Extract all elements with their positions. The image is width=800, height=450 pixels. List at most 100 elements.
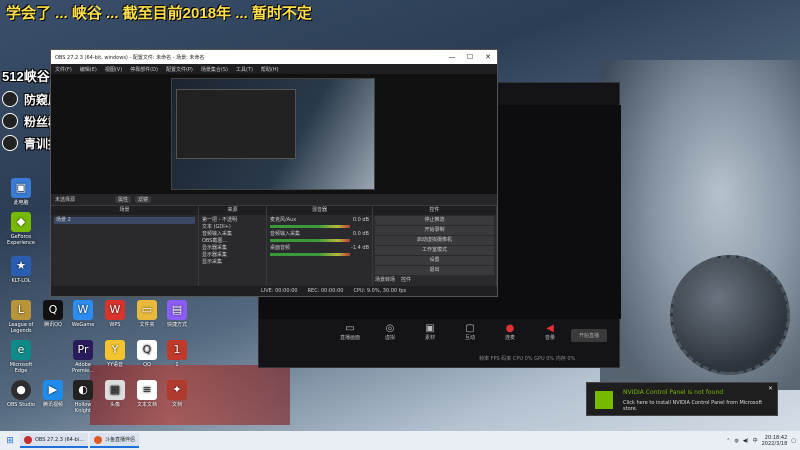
start-recording-button[interactable]: 开始录制 [375, 226, 494, 235]
tool-virtual[interactable]: ◎ 虚拟 [379, 323, 401, 341]
source-item[interactable]: 文本 (GDI+) [202, 224, 263, 231]
desktop-icon-this-pc[interactable]: ▣ 此电脑 [4, 178, 38, 206]
menu-scene-collection[interactable]: 场景集合(S) [201, 66, 228, 73]
properties-button[interactable]: 属性 [115, 196, 132, 203]
taskbar-item-douyu[interactable]: 斗鱼直播伴侣 [89, 433, 139, 448]
close-icon[interactable]: ✕ [768, 385, 773, 392]
menu-profile[interactable]: 配置文件(P) [166, 66, 193, 73]
minimize-icon[interactable]: — [443, 53, 461, 61]
tab-scene-transitions[interactable]: 场景转场 [375, 276, 395, 283]
menu-docks[interactable]: 停靠部件(D) [130, 66, 158, 73]
desktop-icon-edge[interactable]: e Microsoft Edge [4, 340, 38, 374]
source-item[interactable]: OBS截图... [202, 238, 263, 245]
desktop-icon-klt[interactable]: ★ KLT-LOL [4, 256, 38, 284]
desktop-icon-wps[interactable]: W WPS [98, 300, 132, 328]
overlay-badge-icon [2, 113, 18, 129]
douyu-app-icon [93, 435, 102, 444]
ime-indicator[interactable]: 中 [753, 437, 758, 444]
obs-title: OBS 27.2.3 (64-bit, windows) - 配置文件: 未命名… [55, 54, 205, 61]
desktop-icon-wegame[interactable]: W WeGame [66, 300, 100, 328]
desktop-icon-shortcut[interactable]: ▤ 快捷方式 [160, 300, 194, 328]
desktop-icon-tencent-video[interactable]: ▶ 腾讯视频 [36, 380, 70, 408]
scenes-header: 场景 [51, 206, 198, 215]
sources-dock: 来源 第一把 - 不透明 文本 (GDI+) 音频输入采集 OBS截图... 显… [199, 206, 267, 286]
network-icon[interactable]: ◍ [734, 438, 738, 444]
volume-meter[interactable] [270, 253, 350, 256]
stop-streaming-button[interactable]: 停止推流 [375, 216, 494, 225]
maximize-icon[interactable]: ☐ [461, 53, 479, 61]
overlay-badge-icon [2, 91, 18, 107]
desktop-icon-avatar-file[interactable]: ▦ 头像 [98, 380, 132, 408]
source-item[interactable]: 音频输入采集 [202, 231, 263, 238]
scenes-dock: 场景 场景 2 [51, 206, 199, 286]
live-stats: 帧率 FPS 码率 CPU 0% GPU 0% 内存 0% [479, 356, 576, 362]
desktop-icon-obs[interactable]: ● OBS Studio [4, 380, 38, 408]
overlay-badge-icon [2, 135, 18, 151]
desktop-icon-premiere[interactable]: Pr Adobe Premie... [66, 340, 100, 374]
chevron-up-icon[interactable]: ⌃ [726, 438, 730, 444]
tool-screen[interactable]: ▭ 直播画面 [339, 323, 361, 341]
volume-icon[interactable]: ◀) [743, 438, 749, 444]
sources-header: 来源 [199, 206, 266, 215]
close-icon[interactable]: ✕ [479, 53, 497, 61]
notification-title: NVIDIA Control Panel is not found [623, 389, 724, 396]
tool-interact[interactable]: ▢ 互动 [459, 323, 481, 341]
taskbar-item-obs[interactable]: OBS 27.2.3 (64-bi... [20, 433, 88, 448]
taskbar-clock[interactable]: 20:18:42 2022/3/18 [762, 435, 788, 447]
desktop-icon-geforce[interactable]: ◆ GeForce Experience [4, 212, 38, 246]
preview-nested-capture [176, 89, 296, 159]
stream-overlay-top-text: 学会了 ... 峡谷 ... 截至目前2018年 ... 暂时不定 [6, 5, 312, 22]
source-item[interactable]: 显示采集 [202, 259, 263, 266]
exit-button[interactable]: 退出 [375, 266, 494, 275]
studio-mode-button[interactable]: 工作室模式 [375, 246, 494, 255]
scene-item[interactable]: 场景 2 [54, 217, 195, 224]
desktop-icon-hollow-knight[interactable]: ◐ Hollow Knight [66, 380, 100, 414]
menu-tools[interactable]: 工具(T) [236, 66, 253, 73]
source-toolbar: 未选择源 属性 滤镜 [51, 194, 497, 206]
mixer-channel: 麦克风/Aux 0.0 dB [270, 217, 369, 223]
virtual-camera-button[interactable]: 启动虚拟摄像机 [375, 236, 494, 245]
start-live-button[interactable]: 开始直播 [570, 329, 607, 342]
screen-icon: ▭ [345, 323, 355, 334]
source-item[interactable]: 显示器采集 [202, 252, 263, 259]
desktop-icon-qq[interactable]: Q 腾讯QQ [36, 300, 70, 328]
settings-button[interactable]: 设置 [375, 256, 494, 265]
desktop-icon-lol[interactable]: L League of Legends [4, 300, 38, 334]
desktop-icon-qq-2[interactable]: Q QQ [130, 340, 164, 368]
desktop-icon-doc[interactable]: ✦ 文档 [160, 380, 194, 408]
mixer-dock: 混音器 麦克风/Aux 0.0 dB 音频输入采集 0.0 dB 桌面音频 -1… [267, 206, 373, 286]
desktop-icon-1[interactable]: 11 [160, 340, 194, 368]
tool-material[interactable]: ▣ 素材 [419, 323, 441, 341]
desktop-icon-yy[interactable]: Y YY语音 [98, 340, 132, 368]
mixer-channel: 桌面音频 -1.4 dB [270, 245, 369, 251]
mixer-channel: 音频输入采集 0.0 dB [270, 231, 369, 237]
source-item[interactable]: 显示器采集 [202, 245, 263, 252]
image-icon: ▣ [425, 323, 435, 334]
windows-start-icon[interactable]: ⊞ [0, 436, 20, 446]
desktop-icon-text-doc[interactable]: ≡ 文本文档 [130, 380, 164, 408]
filters-button[interactable]: 滤镜 [135, 196, 152, 203]
notification-center-icon[interactable]: ▢ [791, 438, 796, 444]
no-source-label: 未选择源 [55, 197, 76, 203]
desktop-icon-folder[interactable]: ▭ 文件夹 [130, 300, 164, 328]
source-item[interactable]: 第一把 - 不透明 [202, 217, 263, 224]
wallpaper-spiked-ball [670, 255, 790, 375]
tool-volume[interactable]: ◀ 音量 [539, 323, 561, 341]
volume-meter[interactable] [270, 239, 350, 242]
camera-icon: ◎ [385, 323, 395, 334]
obs-preview[interactable] [51, 74, 497, 194]
tool-mic[interactable]: ● 连麦 [499, 323, 521, 341]
obs-window: OBS 27.2.3 (64-bit, windows) - 配置文件: 未命名… [50, 49, 498, 297]
menu-view[interactable]: 视图(V) [105, 66, 122, 73]
controls-dock: 控件 停止推流 开始录制 启动虚拟摄像机 工作室模式 设置 退出 场景转场 控件 [373, 206, 497, 286]
mic-icon: ● [505, 323, 515, 334]
nvidia-notification[interactable]: NVIDIA Control Panel is not found Click … [586, 382, 778, 416]
menu-help[interactable]: 帮助(H) [261, 66, 279, 73]
menu-file[interactable]: 文件(F) [55, 66, 72, 73]
chat-icon: ▢ [465, 323, 475, 334]
obs-titlebar: OBS 27.2.3 (64-bit, windows) - 配置文件: 未命名… [51, 50, 497, 64]
volume-meter[interactable] [270, 225, 350, 228]
menu-edit[interactable]: 编辑(E) [80, 66, 97, 73]
controls-header: 控件 [373, 206, 496, 215]
tab-controls[interactable]: 控件 [401, 276, 411, 283]
